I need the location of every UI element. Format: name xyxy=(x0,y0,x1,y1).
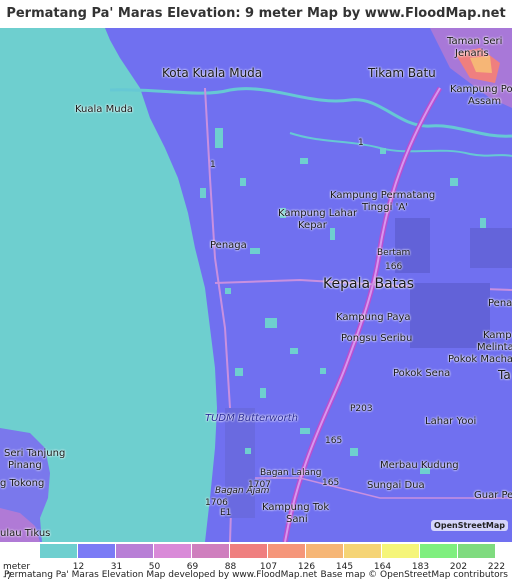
road-label-p203: P203 xyxy=(350,404,373,414)
label-kampung-pokok: Kampung Pokok xyxy=(450,84,512,95)
footer-basemap[interactable]: Base map © OpenStreetMap contributors xyxy=(321,570,508,580)
label-melinta: Melinta xyxy=(477,342,512,353)
road-label-e1: E1 xyxy=(220,508,232,518)
legend-swatch xyxy=(78,544,115,558)
elevation-map[interactable]: Taman Seri Jenaris Kota Kuala Muda Tikam… xyxy=(0,28,512,542)
legend-swatch xyxy=(116,544,153,558)
label-kepala-batas: Kepala Batas xyxy=(323,276,415,292)
label-kepar: Kepar xyxy=(298,220,327,231)
road-label-1: 1 xyxy=(210,160,216,170)
label-tudm-butterworth: TUDM Butterworth xyxy=(205,413,298,424)
legend-swatch xyxy=(344,544,381,558)
legend-swatch xyxy=(306,544,343,558)
label-kampung-tok: Kampung Tok xyxy=(262,502,330,513)
label-guar-pe: Guar Pe xyxy=(474,490,512,501)
label-kuala-muda: Kuala Muda xyxy=(75,104,134,115)
legend-swatch xyxy=(420,544,457,558)
label-tinggi-a: Tinggi 'A' xyxy=(362,202,408,213)
map-title: Permatang Pa' Maras Elevation: 9 meter M… xyxy=(0,0,512,49)
label-ta: Ta xyxy=(498,368,511,382)
industrial-block-3 xyxy=(470,228,512,268)
industrial-block-2 xyxy=(410,283,490,348)
label-pulau-tikus: ulau Tikus xyxy=(0,528,51,539)
label-kampung-paya: Kampung Paya xyxy=(336,312,411,323)
legend-swatch xyxy=(230,544,267,558)
road-label-1b: 1 xyxy=(358,138,364,148)
label-sani: Sani xyxy=(286,514,308,525)
legend-swatch xyxy=(458,544,495,558)
legend-swatch xyxy=(154,544,191,558)
label-tokong: g Tokong xyxy=(0,478,45,489)
label-jenaris: Jenaris xyxy=(455,48,489,59)
label-sungai-dua: Sungai Dua xyxy=(367,480,425,491)
legend-swatch xyxy=(382,544,419,558)
label-tikam-batu: Tikam Batu xyxy=(368,66,436,80)
label-penang: Penang xyxy=(488,298,512,309)
label-kamp: Kamp xyxy=(483,330,512,341)
road-label-166: 166 xyxy=(385,262,403,272)
road-label-1706: 1706 xyxy=(205,498,228,508)
label-pokok-sena: Pokok Sena xyxy=(393,368,451,379)
footer-credit[interactable]: Permatang Pa' Maras Elevation Map develo… xyxy=(4,570,317,580)
label-kampung-permatang: Kampung Permatang xyxy=(330,190,436,201)
label-seri-tanjung: Seri Tanjung xyxy=(4,448,66,459)
legend-swatch xyxy=(40,544,77,558)
road-label-165: 165 xyxy=(325,436,343,446)
legend-swatch xyxy=(268,544,305,558)
label-taman-seri: Taman Seri xyxy=(447,36,503,47)
label-lahar-yooi: Lahar Yooi xyxy=(425,416,477,427)
footer: Permatang Pa' Maras Elevation Map develo… xyxy=(0,570,512,582)
road-label-165b: 165 xyxy=(322,478,340,488)
label-kota-kuala-muda: Kota Kuala Muda xyxy=(162,66,263,80)
legend-swatch xyxy=(192,544,229,558)
label-pokok-machan: Pokok Machan xyxy=(448,354,512,365)
openstreetmap-badge[interactable]: OpenStreetMap xyxy=(431,520,508,531)
label-assam: Assam xyxy=(468,96,502,107)
label-pinang: Pinang xyxy=(8,460,42,471)
road-label-1707: 1707 xyxy=(248,480,271,490)
label-bertam: Bertam xyxy=(377,248,411,258)
label-kampung-lahar: Kampung Lahar xyxy=(278,208,358,219)
label-merbau-kudung: Merbau Kudung xyxy=(380,460,459,471)
label-pongsu-seribu: Pongsu Seribu xyxy=(341,333,413,344)
label-bagan-lalang: Bagan Lalang xyxy=(260,468,322,478)
airport-runway xyxy=(225,408,255,518)
label-penaga: Penaga xyxy=(210,240,247,251)
